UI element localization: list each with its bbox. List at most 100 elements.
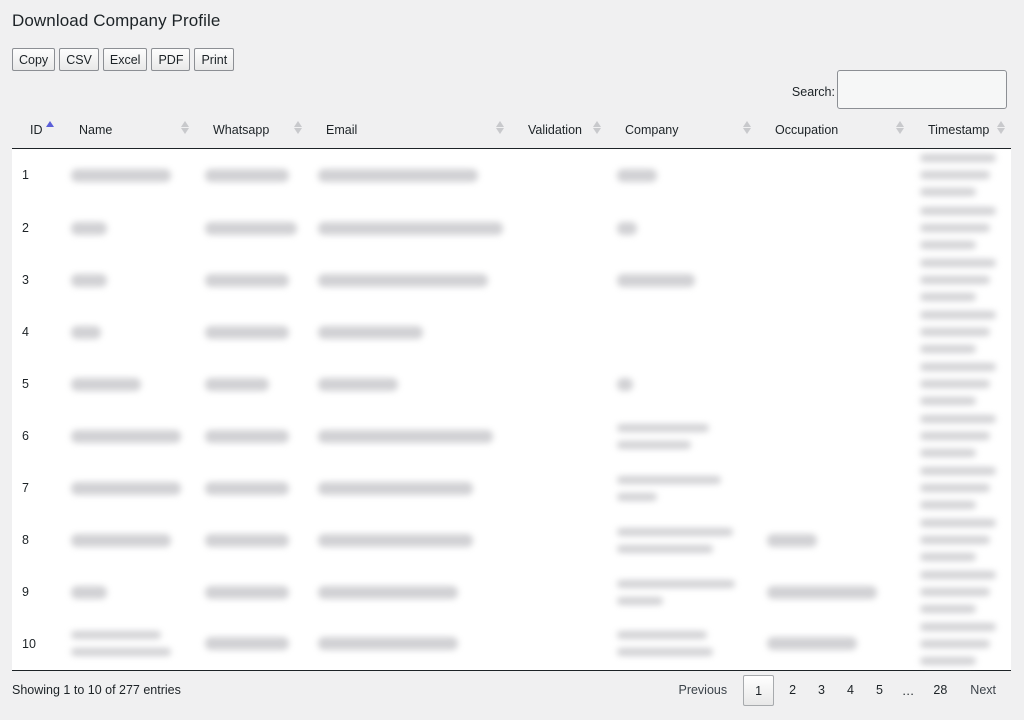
- table-row[interactable]: 3: [12, 254, 1011, 306]
- cell-occupation: [757, 254, 910, 306]
- redacted-value: [920, 464, 1001, 512]
- redacted-value: [318, 221, 503, 235]
- table-row[interactable]: 2: [12, 202, 1011, 254]
- redacted-value: [617, 377, 747, 391]
- col-occupation[interactable]: Occupation: [757, 112, 910, 149]
- redacted-value: [920, 256, 1001, 304]
- col-id[interactable]: ID: [12, 112, 61, 149]
- cell-email: [308, 462, 510, 514]
- cell-email: [308, 148, 510, 202]
- table-row[interactable]: 7: [12, 462, 1011, 514]
- table-row[interactable]: 6: [12, 410, 1011, 462]
- csv-button[interactable]: CSV: [59, 48, 99, 71]
- cell-name: [61, 358, 195, 410]
- cell-email: [308, 306, 510, 358]
- cell-email: [308, 410, 510, 462]
- page-button-2[interactable]: 2: [778, 675, 807, 706]
- cell-email: [308, 202, 510, 254]
- cell-timestamp: [910, 306, 1011, 358]
- redacted-value: [920, 412, 1001, 460]
- col-validation[interactable]: Validation: [510, 112, 607, 149]
- previous-page-button[interactable]: Previous: [666, 675, 739, 706]
- cell-name: [61, 566, 195, 618]
- cell-whatsapp: [195, 618, 308, 671]
- cell-whatsapp: [195, 462, 308, 514]
- next-page-button[interactable]: Next: [958, 675, 1008, 706]
- cell-company: [607, 618, 757, 671]
- redacted-value: [617, 421, 747, 452]
- print-button[interactable]: Print: [194, 48, 235, 71]
- sort-ascending-icon: [46, 121, 54, 134]
- cell-email: [308, 618, 510, 671]
- table-header-row: ID Name Whatsapp Email Validation Company Occu…: [12, 112, 1011, 149]
- cell-timestamp: [910, 462, 1011, 514]
- col-timestamp[interactable]: Timestamp: [910, 112, 1011, 149]
- page-button-last[interactable]: 28: [922, 675, 958, 706]
- cell-name: [61, 410, 195, 462]
- excel-button[interactable]: Excel: [102, 48, 148, 71]
- cell-id: 2: [12, 202, 61, 254]
- cell-validation: [510, 514, 607, 566]
- table-row[interactable]: 5: [12, 358, 1011, 410]
- search-input[interactable]: [837, 70, 1007, 109]
- cell-email: [308, 358, 510, 410]
- page-button-1[interactable]: 1: [743, 675, 775, 706]
- cell-whatsapp: [195, 358, 308, 410]
- redacted-value: [318, 533, 500, 547]
- sort-icon: [496, 121, 504, 134]
- col-name[interactable]: Name: [61, 112, 195, 149]
- cell-timestamp: [910, 148, 1011, 202]
- cell-company: [607, 148, 757, 202]
- copy-button[interactable]: Copy: [12, 48, 56, 71]
- table-info: Showing 1 to 10 of 277 entries: [12, 683, 181, 697]
- cell-company: [607, 306, 757, 358]
- cell-company: [607, 410, 757, 462]
- cell-occupation: [757, 462, 910, 514]
- redacted-value: [71, 377, 185, 391]
- sort-icon: [181, 121, 189, 134]
- redacted-value: [205, 377, 298, 391]
- cell-name: [61, 618, 195, 671]
- redacted-value: [920, 360, 1001, 408]
- sort-icon: [743, 121, 751, 134]
- page-button-3[interactable]: 3: [807, 675, 836, 706]
- cell-id: 7: [12, 462, 61, 514]
- table-row[interactable]: 9: [12, 566, 1011, 618]
- redacted-value: [205, 429, 298, 443]
- pdf-button[interactable]: PDF: [151, 48, 191, 71]
- profiles-table-wrapper: ID Name Whatsapp Email Validation Company Occu…: [12, 112, 1011, 671]
- cell-company: [607, 566, 757, 618]
- cell-whatsapp: [195, 566, 308, 618]
- cell-whatsapp: [195, 306, 308, 358]
- table-row[interactable]: 10: [12, 618, 1011, 671]
- redacted-value: [205, 585, 298, 599]
- cell-id: 3: [12, 254, 61, 306]
- page-button-5[interactable]: 5: [865, 675, 894, 706]
- cell-timestamp: [910, 254, 1011, 306]
- redacted-value: [920, 568, 1001, 616]
- cell-company: [607, 254, 757, 306]
- cell-occupation: [757, 358, 910, 410]
- cell-name: [61, 462, 195, 514]
- col-whatsapp[interactable]: Whatsapp: [195, 112, 308, 149]
- redacted-value: [205, 533, 298, 547]
- table-row[interactable]: 8: [12, 514, 1011, 566]
- cell-name: [61, 514, 195, 566]
- cell-timestamp: [910, 566, 1011, 618]
- cell-company: [607, 202, 757, 254]
- col-company[interactable]: Company: [607, 112, 757, 149]
- page-button-4[interactable]: 4: [836, 675, 865, 706]
- redacted-value: [71, 585, 185, 599]
- table-row[interactable]: 4: [12, 306, 1011, 358]
- cell-occupation: [757, 410, 910, 462]
- redacted-value: [617, 473, 747, 504]
- col-email[interactable]: Email: [308, 112, 510, 149]
- table-body: 1 2 3 4 5 6 7 8 9 10: [12, 148, 1011, 671]
- redacted-value: [205, 637, 298, 651]
- table-row[interactable]: 1: [12, 148, 1011, 202]
- redacted-value: [205, 221, 298, 235]
- cell-occupation: [757, 566, 910, 618]
- cell-email: [308, 514, 510, 566]
- profiles-table: ID Name Whatsapp Email Validation Company Occu…: [12, 112, 1011, 671]
- cell-company: [607, 514, 757, 566]
